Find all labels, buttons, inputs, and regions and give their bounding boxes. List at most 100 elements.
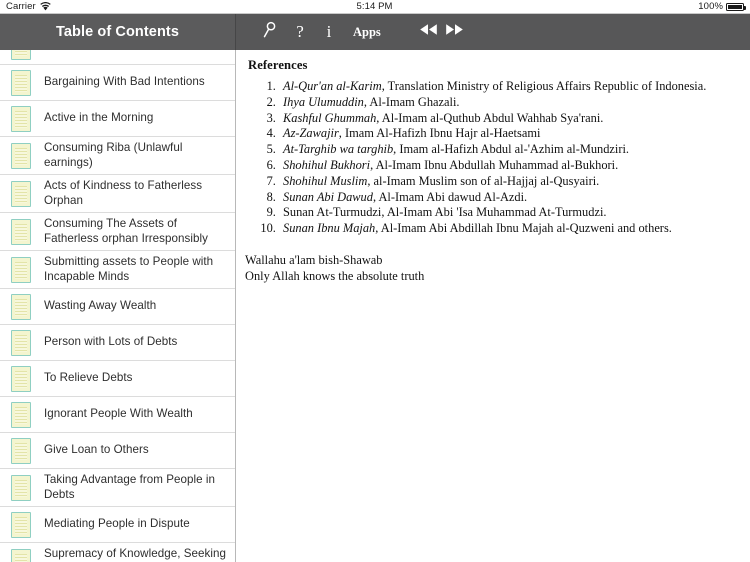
toc-item-label: Supremacy of Knowledge, Seeking Knowledg…	[44, 547, 227, 562]
reference-item: Sunan Ibnu Majah, Al-Imam Abi Abdillah I…	[279, 221, 738, 236]
page-icon	[11, 142, 31, 169]
page-icon	[11, 329, 31, 356]
sidebar-title: Table of Contents	[55, 24, 180, 40]
rewind-icon	[419, 23, 438, 41]
toc-item-label: Active in the Morning	[44, 111, 154, 125]
page-icon-lines	[15, 479, 27, 497]
toc-item-12[interactable]: Taking Advantage from People in Debts	[0, 469, 235, 507]
info-icon: i	[326, 22, 332, 41]
sidebar-header: Table of Contents	[0, 14, 236, 50]
reference-title: Sunan At-Turmudzi	[283, 205, 382, 220]
reference-item: Al-Qur'an al-Karim, Translation Ministry…	[279, 79, 738, 94]
toc-item-1[interactable]: Bargaining With Bad Intentions	[0, 65, 235, 101]
apps-button[interactable]: Apps	[345, 14, 389, 50]
info-button[interactable]: i	[315, 14, 343, 50]
page-icon	[11, 256, 31, 283]
toc-item-label: To Relieve Debts	[44, 371, 133, 385]
page-navigation	[419, 23, 464, 41]
page-icon-lines	[15, 147, 27, 165]
reference-author: , Translation Ministry of Religious Affa…	[381, 79, 707, 93]
reference-item: Sunan Abi Dawud, Al-Imam Abi dawud Al-Az…	[279, 190, 738, 205]
table-of-contents-sidebar[interactable]: Bargaining With Bad Intentions Active in …	[0, 50, 236, 562]
reference-author: , al-Imam Muslim son of al-Hajjaj al-Qus…	[367, 173, 600, 188]
help-button[interactable]: ?	[285, 14, 315, 50]
toc-item-4[interactable]: Acts of Kindness to Fatherless Orphan	[0, 175, 235, 213]
page-icon-lines	[15, 223, 27, 241]
page-icon-lines	[15, 50, 27, 56]
toc-item-label: Wasting Away Wealth	[44, 299, 157, 313]
battery-full-icon	[726, 2, 746, 11]
page-icon	[11, 69, 31, 96]
page-icon	[11, 511, 31, 538]
reference-title: Az-Zawajir	[283, 126, 339, 141]
reference-item: Sunan At-Turmudzi, Al-Imam Abi 'Isa Muha…	[279, 205, 738, 220]
reference-author: , Al-Imam Ghazali.	[363, 94, 460, 109]
reference-title: Al-Qur'an al-Karim	[283, 79, 382, 93]
status-bar-right: 100%	[698, 1, 750, 12]
reference-item: Shohihul Bukhori, Al-Imam Ibnu Abdullah …	[279, 158, 738, 173]
toc-item-11[interactable]: Give Loan to Others	[0, 433, 235, 469]
page-icon	[11, 218, 31, 245]
toc-item-label: Submitting assets to People with Incapab…	[44, 255, 214, 283]
closing-line-arabic: Wallahu a'lam bish-Shawab	[245, 253, 383, 268]
battery-percent-label: 100%	[698, 1, 723, 12]
toc-item-5[interactable]: Consuming The Assets of Fatherless orpha…	[0, 213, 235, 251]
status-bar-left: Carrier	[0, 1, 51, 12]
document-pane: References Al-Qur'an al-Karim, Translati…	[236, 50, 750, 562]
page-icon-lines	[15, 334, 27, 352]
toc-item-9[interactable]: To Relieve Debts	[0, 361, 235, 397]
toc-item-label: Taking Advantage from People in Debts	[44, 473, 216, 501]
question-mark-icon: ?	[296, 22, 304, 41]
page-icon	[11, 105, 31, 132]
next-page-button[interactable]	[445, 23, 464, 41]
carrier-label: Carrier	[6, 1, 36, 12]
document-heading: References	[248, 58, 308, 72]
reference-author: , Al-Imam Abi Abdillah Ibnu Majah al-Quz…	[375, 221, 672, 236]
page-icon	[11, 437, 31, 464]
previous-page-button[interactable]	[419, 23, 438, 41]
reference-title: Ihya Ulumuddin	[283, 94, 364, 109]
page-icon-lines	[15, 74, 27, 92]
reference-item: Ihya Ulumuddin, Al-Imam Ghazali.	[279, 95, 738, 110]
page-icon-lines	[15, 185, 27, 203]
toc-item-7[interactable]: Wasting Away Wealth	[0, 289, 235, 325]
toc-item-label: Person with Lots of Debts	[44, 335, 178, 349]
search-button[interactable]	[255, 14, 285, 50]
reference-author: , Al-Imam Abi 'Isa Muhammad At-Turmudzi.	[381, 205, 607, 220]
toolbar: Table of Contents ? i Apps	[0, 14, 750, 50]
reference-author: , Imam Al-Hafizh Ibnu Hajr al-Haetsami	[338, 126, 541, 141]
reference-title: Sunan Abi Dawud	[283, 189, 373, 204]
toc-item-8[interactable]: Person with Lots of Debts	[0, 325, 235, 361]
page-icon-lines	[15, 553, 27, 562]
app-root: Carrier 5:14 PM 100% Table of Contents ?…	[0, 0, 750, 562]
toc-item-14[interactable]: Supremacy of Knowledge, Seeking Knowledg…	[0, 543, 235, 562]
page-icon	[11, 548, 31, 562]
page-icon	[11, 474, 31, 501]
toc-item-2[interactable]: Active in the Morning	[0, 101, 235, 137]
reference-author: , Al-Imam al-Quthub Abdul Wahhab Sya'ran…	[376, 110, 604, 125]
toc-item-label: Consuming Riba (Unlawful earnings)	[44, 141, 183, 169]
toc-item-3[interactable]: Consuming Riba (Unlawful earnings)	[0, 137, 235, 175]
toc-item-label: Mediating People in Dispute	[44, 517, 190, 531]
toc-item-13[interactable]: Mediating People in Dispute	[0, 507, 235, 543]
content-area: Bargaining With Bad Intentions Active in …	[0, 50, 750, 562]
reference-list: Al-Qur'an al-Karim, Translation Ministry…	[279, 79, 738, 236]
fast-forward-icon	[445, 23, 464, 41]
page-icon	[11, 50, 31, 60]
toolbar-actions: ? i Apps	[236, 14, 750, 50]
status-bar: Carrier 5:14 PM 100%	[0, 0, 750, 14]
page-icon	[11, 401, 31, 428]
toc-item-10[interactable]: Ignorant People With Wealth	[0, 397, 235, 433]
page-icon	[11, 365, 31, 392]
toc-item-0[interactable]	[0, 50, 235, 65]
toc-item-6[interactable]: Submitting assets to People with Incapab…	[0, 251, 235, 289]
reference-title: Shohihul Bukhori	[283, 157, 371, 172]
page-icon	[11, 293, 31, 320]
toc-item-label: Give Loan to Others	[44, 443, 149, 457]
reference-author: , Al-Imam Abi dawud Al-Azdi.	[372, 189, 528, 204]
toc-item-label: Consuming The Assets of Fatherless orpha…	[44, 217, 208, 245]
page-icon-lines	[15, 442, 27, 460]
reference-item: Az-Zawajir, Imam Al-Hafizh Ibnu Hajr al-…	[279, 126, 738, 141]
reference-item: At-Targhib wa targhib, Imam al-Hafizh Ab…	[279, 142, 738, 157]
page-icon-lines	[15, 110, 27, 128]
